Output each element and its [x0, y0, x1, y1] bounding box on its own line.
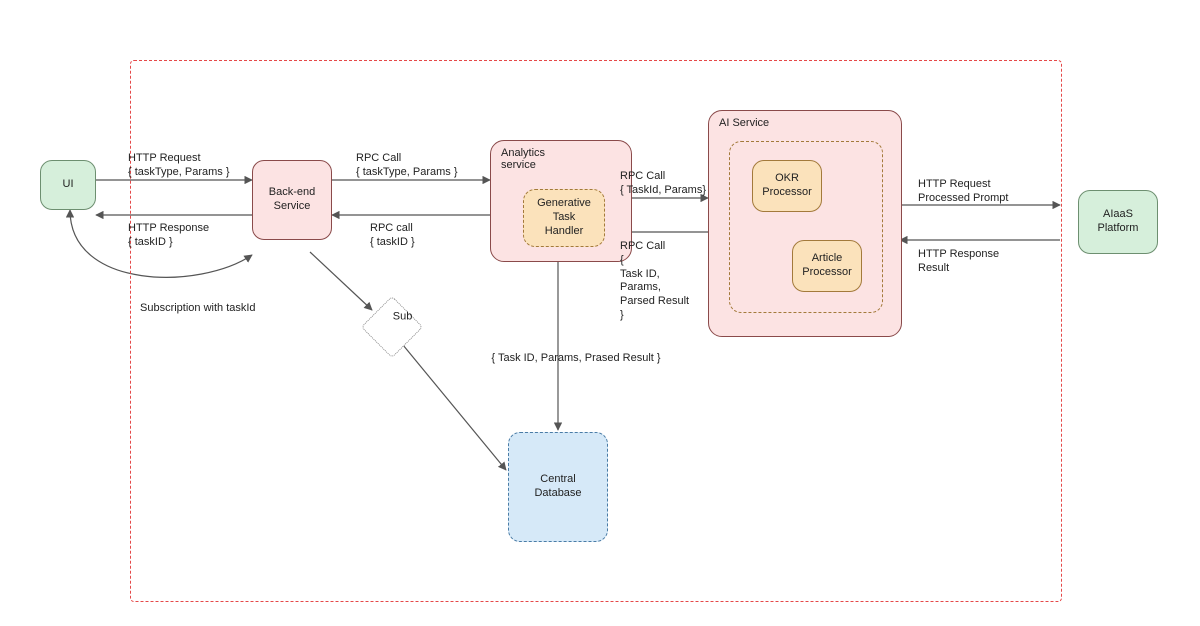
label-ai-to-aiaas: HTTP Request Processed Prompt	[918, 178, 1008, 206]
ai-processors-group: OKR Processor Article Processor	[729, 141, 883, 313]
label-ui-to-backend: HTTP Request { taskType, Params }	[128, 152, 230, 180]
central-database-node: Central Database	[508, 432, 608, 542]
central-database-label: Central Database	[534, 473, 581, 501]
label-analytics-to-backend: RPC call { taskID }	[370, 222, 415, 250]
aiaas-platform-node: AIaaS Platform	[1078, 190, 1158, 254]
label-ai-to-analytics: RPC Call { Task ID, Params, Parsed Resul…	[620, 240, 689, 323]
backend-service-node: Back-end Service	[252, 160, 332, 240]
article-processor-label: Article Processor	[802, 252, 852, 280]
label-backend-to-analytics: RPC Call { taskType, Params }	[356, 152, 458, 180]
generative-task-handler-node: Generative Task Handler	[523, 189, 605, 247]
label-analytics-to-ai: RPC Call { TaskId, Params}	[620, 170, 706, 198]
backend-service-label: Back-end Service	[269, 186, 315, 214]
analytics-service-title: Analytics service	[501, 147, 545, 171]
ui-label: UI	[63, 178, 74, 192]
ai-service-title: AI Service	[719, 117, 769, 129]
okr-processor-label: OKR Processor	[762, 172, 812, 200]
ai-service-node: AI Service OKR Processor Article Process…	[708, 110, 902, 337]
analytics-service-node: Analytics service Generative Task Handle…	[490, 140, 632, 262]
okr-processor-node: OKR Processor	[752, 160, 822, 212]
aiaas-platform-label: AIaaS Platform	[1098, 208, 1139, 236]
article-processor-node: Article Processor	[792, 240, 862, 292]
ui-node: UI	[40, 160, 96, 210]
label-backend-to-ui: HTTP Response { taskID }	[128, 222, 209, 250]
label-subscription: Subscription with taskId	[140, 302, 256, 316]
sub-label: Sub	[382, 310, 424, 322]
label-aiaas-to-ai: HTTP Response Result	[918, 248, 999, 276]
generative-task-handler-label: Generative Task Handler	[537, 197, 591, 238]
label-handler-to-db: { Task ID, Params, Prased Result }	[491, 352, 660, 366]
